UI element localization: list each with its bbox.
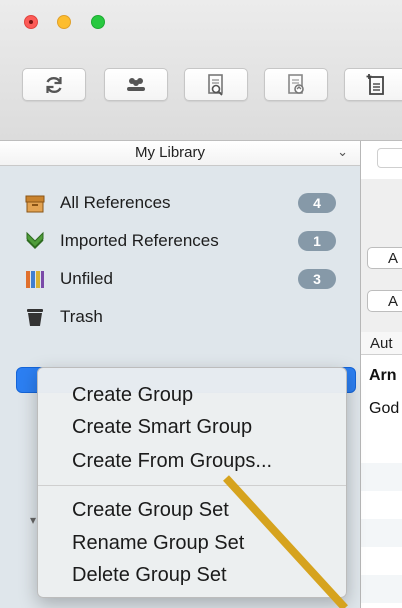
window-toolbar (0, 0, 402, 141)
menu-item-create-from-groups[interactable]: Create From Groups... (72, 450, 272, 478)
new-document-button[interactable] (344, 68, 402, 101)
refresh-button[interactable] (22, 68, 86, 101)
menu-item-create-group[interactable]: Create Group (72, 384, 193, 412)
context-menu: Create Group Create Smart Group Create F… (37, 367, 347, 598)
groups-icon (127, 77, 145, 91)
refresh-icon (46, 76, 62, 93)
table-row[interactable]: Arn (361, 362, 402, 390)
sidebar-item-label: Trash (60, 307, 103, 326)
groups-button[interactable] (104, 68, 168, 101)
sidebar-item-label: Unfiled (60, 269, 113, 288)
zoom-window-button[interactable] (91, 15, 105, 29)
search-field[interactable] (377, 148, 402, 168)
trash-icon (27, 309, 43, 326)
menu-item-create-smart-group[interactable]: Create Smart Group (72, 416, 252, 444)
edit-document-button[interactable] (264, 68, 328, 101)
chevron-down-icon: ⌄ (337, 144, 348, 159)
table-row (361, 463, 402, 491)
library-selector[interactable]: My Library ⌄ (0, 141, 360, 166)
count-badge: 3 (298, 269, 336, 289)
filter-button[interactable]: A (367, 247, 402, 269)
search-document-button[interactable] (184, 68, 248, 101)
search-document-icon (208, 73, 223, 96)
count-badge: 4 (298, 193, 336, 213)
disclosure-triangle-icon[interactable]: ▾ (30, 513, 36, 527)
sidebar-item-unfiled[interactable]: Unfiled 3 (24, 264, 336, 294)
menu-item-rename-group-set[interactable]: Rename Group Set (72, 532, 244, 560)
table-row[interactable]: God (361, 395, 402, 423)
books-icon (26, 271, 44, 288)
box-icon (25, 195, 45, 213)
author-column-header[interactable]: Aut (361, 332, 402, 355)
table-row (361, 519, 402, 547)
edit-document-icon (288, 73, 304, 94)
filter-area: A A (361, 179, 402, 340)
menu-item-delete-group-set[interactable]: Delete Group Set (72, 564, 227, 592)
sidebar-item-imported-references[interactable]: Imported References 1 (24, 226, 336, 256)
sidebar-item-all-references[interactable]: All References 4 (24, 188, 336, 218)
filter-button[interactable]: A (367, 290, 402, 312)
app-window: My Library ⌄ All References 4 Imported R… (0, 0, 402, 608)
sidebar-item-label: Imported References (60, 231, 219, 250)
sidebar-item-trash[interactable]: Trash (24, 302, 336, 332)
menu-separator (38, 485, 346, 486)
library-title: My Library (134, 144, 205, 161)
sidebar-item-label: All References (60, 193, 171, 212)
table-row (361, 575, 402, 603)
close-window-button[interactable] (24, 15, 38, 29)
import-arrow-icon (26, 231, 44, 250)
new-document-icon (366, 73, 384, 95)
menu-item-create-group-set[interactable]: Create Group Set (72, 499, 229, 527)
count-badge: 1 (298, 231, 336, 251)
minimize-window-button[interactable] (57, 15, 71, 29)
references-pane: A A Aut Arn God (361, 141, 402, 608)
